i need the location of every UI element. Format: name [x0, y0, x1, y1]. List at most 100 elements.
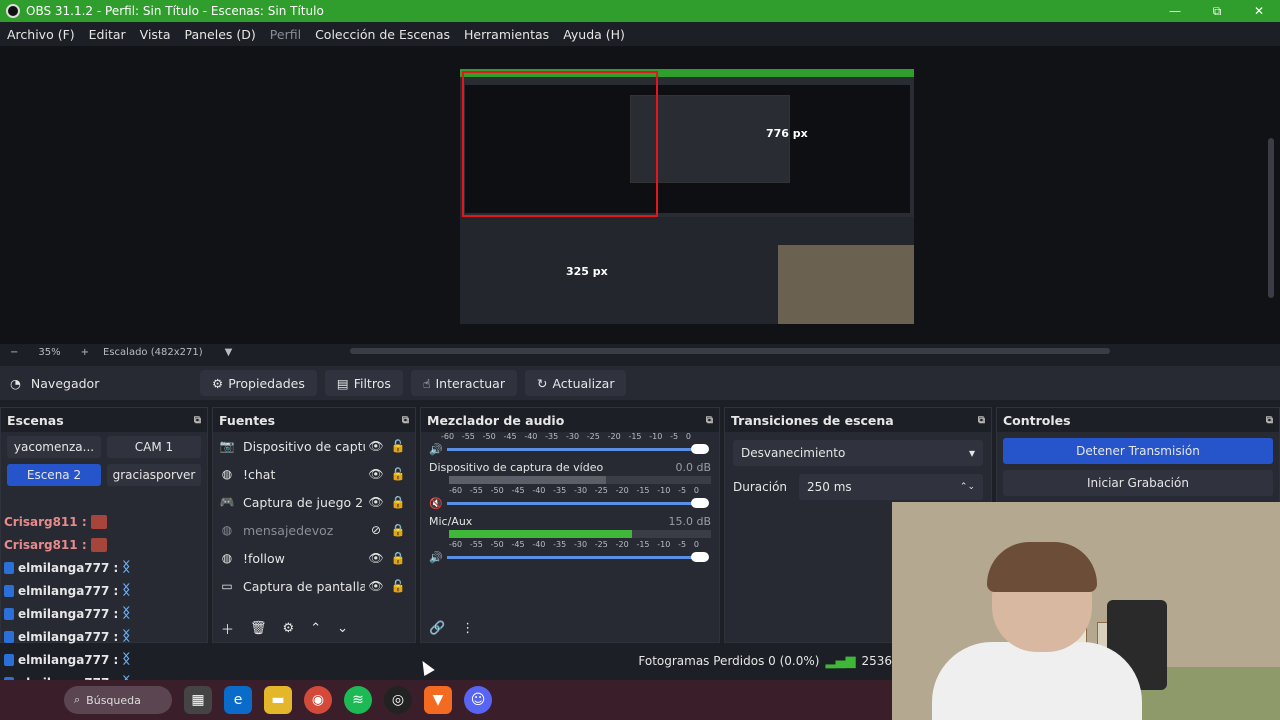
- scenes-title: Escenas: [7, 412, 64, 428]
- speaker-icon[interactable]: 🔊: [429, 551, 447, 564]
- preview-vertical-scrollbar[interactable]: [1268, 138, 1274, 298]
- volume-fader[interactable]: 🔊: [429, 549, 711, 565]
- chat-message: Crisarg811 :: [0, 510, 240, 533]
- scale-tick: -45: [511, 486, 525, 495]
- globe-icon: ◍: [221, 467, 233, 481]
- scale-tick: -5: [678, 486, 687, 495]
- maximize-button[interactable]: ⧉: [1196, 0, 1238, 22]
- unlock-icon[interactable]: 🔓: [387, 439, 409, 453]
- speaker-muted-icon[interactable]: 🔇: [429, 497, 447, 510]
- chat-message: elmilanga777 :ᛝ: [0, 579, 240, 602]
- scale-tick: -30: [573, 540, 588, 549]
- source-row[interactable]: ◍ mensajedevoz ⊘ 🔒: [213, 516, 415, 544]
- minimize-button[interactable]: —: [1154, 0, 1196, 22]
- source-row[interactable]: 🎮 Captura de juego 2 👁 🔒: [213, 488, 415, 516]
- source-row[interactable]: ◍ !follow 👁 🔒: [213, 544, 415, 572]
- lock-icon[interactable]: 🔒: [387, 495, 409, 509]
- menu-vista[interactable]: Vista: [140, 27, 171, 42]
- menu-archivo[interactable]: Archivo (F): [7, 27, 75, 42]
- gear-icon[interactable]: ⚙: [283, 621, 295, 636]
- speaker-icon[interactable]: 🔊: [429, 443, 447, 456]
- refresh-label: Actualizar: [552, 375, 615, 391]
- chat-message: elmilanga777 :ᛝ: [0, 556, 240, 579]
- menu-paneles[interactable]: Paneles (D): [185, 27, 256, 42]
- scaling-dropdown-icon[interactable]: ▼: [225, 347, 233, 358]
- zoom-out-button[interactable]: −: [10, 347, 18, 358]
- duration-spinbox[interactable]: 250 ms ⌃⌄: [799, 474, 983, 500]
- chrome-icon[interactable]: ◉: [304, 686, 332, 714]
- source-row[interactable]: 📷 Dispositivo de captu 👁 🔓: [213, 432, 415, 460]
- badge-icon: [4, 653, 14, 666]
- undock-icon[interactable]: ⧉: [402, 415, 409, 426]
- gear-icon: ⚙: [212, 375, 224, 391]
- filters-button[interactable]: ▤ Filtros: [324, 370, 403, 396]
- transition-select[interactable]: Desvanecimiento ▾: [733, 440, 983, 466]
- source-name: !follow: [243, 550, 285, 566]
- scale-tick: -55: [461, 432, 475, 441]
- program-preview[interactable]: 776 px 325 px: [460, 69, 914, 324]
- scene-button[interactable]: graciasporver: [107, 464, 201, 486]
- undock-icon[interactable]: ⧉: [706, 415, 713, 426]
- taskbar-search[interactable]: ⌕ Búsqueda: [64, 686, 172, 714]
- scene-button-active[interactable]: Escena 2: [7, 464, 101, 486]
- volume-fader[interactable]: 🔇: [429, 495, 711, 511]
- start-recording-button[interactable]: Iniciar Grabación: [1003, 470, 1273, 496]
- scale-tick: -25: [586, 432, 600, 441]
- trash-icon[interactable]: 🗑: [250, 621, 267, 636]
- brave-icon[interactable]: ▼: [424, 686, 452, 714]
- refresh-button[interactable]: ↻ Actualizar: [524, 370, 627, 396]
- edge-icon[interactable]: e: [224, 686, 252, 714]
- undock-icon[interactable]: ⧉: [978, 415, 985, 426]
- height-guide-label: 325 px: [566, 265, 608, 278]
- volume-fader[interactable]: 🔊: [421, 441, 719, 457]
- eye-icon[interactable]: 👁: [365, 551, 387, 565]
- interact-button[interactable]: ☝ Interactuar: [410, 370, 517, 396]
- scale-tick: -35: [553, 540, 567, 549]
- unlock-icon[interactable]: 🔓: [387, 467, 409, 481]
- obs-icon[interactable]: ◎: [384, 686, 412, 714]
- badge-icon: [4, 630, 14, 643]
- properties-button[interactable]: ⚙ Propiedades: [200, 370, 317, 396]
- filter-icon: ▤: [336, 375, 349, 391]
- source-row[interactable]: ▭ Captura de pantalla 👁 🔓: [213, 572, 415, 600]
- meter-scale: -60 -55 -50 -45 -40 -35 -30 -25 -20 -15 -10 -5 0: [441, 432, 691, 441]
- preview-horizontal-scrollbar[interactable]: [350, 348, 1110, 354]
- lock-icon[interactable]: 🔒: [387, 551, 409, 565]
- source-row[interactable]: ◍ !chat 👁 🔓: [213, 460, 415, 488]
- eye-off-icon[interactable]: ⊘: [365, 523, 387, 537]
- eye-icon[interactable]: 👁: [365, 495, 387, 509]
- folder-icon[interactable]: ▬: [264, 686, 292, 714]
- channel-db: 0.0 dB: [675, 461, 711, 474]
- task-view-icon[interactable]: ▦: [184, 686, 212, 714]
- undock-icon[interactable]: ⧉: [194, 415, 201, 426]
- butterfly-emote-icon: ᛝ: [122, 606, 131, 621]
- scale-tick: -30: [573, 486, 588, 495]
- eye-icon[interactable]: 👁: [365, 579, 387, 593]
- more-options-icon[interactable]: ⋮: [461, 621, 474, 636]
- discord-icon[interactable]: ☺: [464, 686, 492, 714]
- spin-arrows-icon[interactable]: ⌃⌄: [960, 482, 975, 492]
- scene-button[interactable]: yacomenza...: [7, 436, 101, 458]
- navigator-label[interactable]: Navegador: [31, 376, 99, 391]
- eye-icon[interactable]: 👁: [365, 467, 387, 481]
- close-button[interactable]: ✕: [1238, 0, 1280, 22]
- lock-icon[interactable]: 🔒: [387, 523, 409, 537]
- zoom-in-button[interactable]: +: [81, 347, 89, 358]
- scale-tick: -45: [511, 540, 525, 549]
- source-bounding-box[interactable]: [462, 71, 658, 217]
- scene-button[interactable]: CAM 1: [107, 436, 201, 458]
- menu-coleccion-escenas[interactable]: Colección de Escenas: [315, 27, 450, 42]
- spotify-icon[interactable]: ≋: [344, 686, 372, 714]
- unlock-icon[interactable]: 🔓: [387, 579, 409, 593]
- menu-editar[interactable]: Editar: [89, 27, 126, 42]
- move-down-icon[interactable]: ⌄: [337, 621, 348, 636]
- stop-stream-button[interactable]: Detener Transmisión: [1003, 438, 1273, 464]
- eye-icon[interactable]: 👁: [365, 439, 387, 453]
- undock-icon[interactable]: ⧉: [1266, 415, 1273, 426]
- menu-ayuda[interactable]: Ayuda (H): [563, 27, 625, 42]
- move-up-icon[interactable]: ⌃: [310, 621, 321, 636]
- link-icon[interactable]: 🔗: [429, 621, 445, 636]
- menu-perfil[interactable]: Perfil: [270, 27, 301, 42]
- level-meter: [449, 530, 711, 538]
- menu-herramientas[interactable]: Herramientas: [464, 27, 549, 42]
